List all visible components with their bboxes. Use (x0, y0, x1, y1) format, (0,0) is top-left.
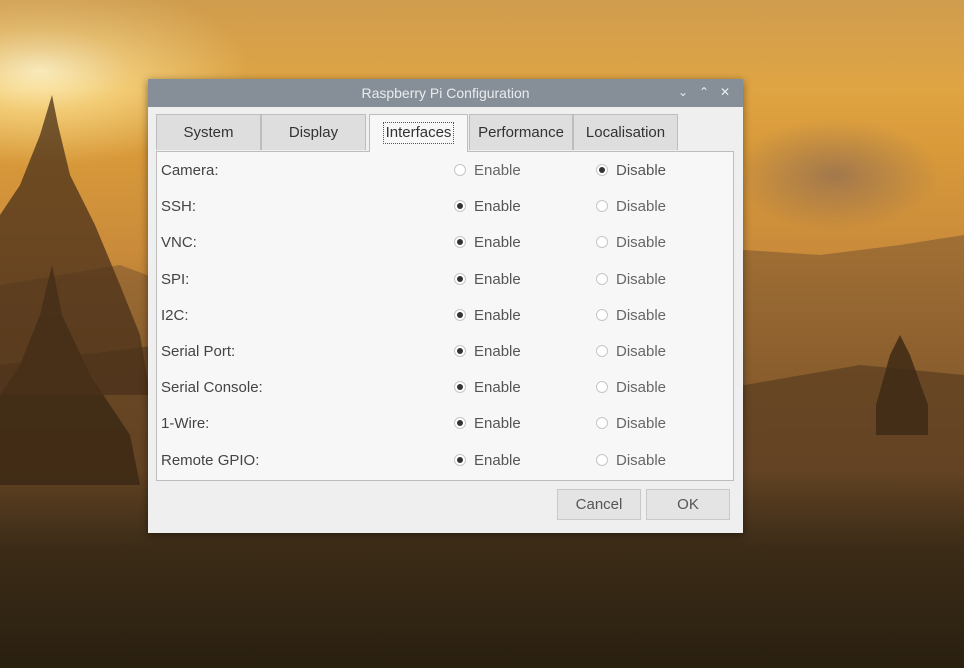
ok-button[interactable]: OK (646, 489, 730, 520)
radio-unselected-icon[interactable] (596, 200, 608, 212)
minimize-icon[interactable]: ⌄ (675, 84, 691, 100)
radio-unselected-icon[interactable] (596, 309, 608, 321)
enable-label: Enable (474, 379, 521, 396)
enable-label: Enable (474, 343, 521, 360)
sky-clouds (0, 0, 964, 90)
tab-localisation[interactable]: Localisation (573, 114, 678, 150)
configuration-dialog: Raspberry Pi Configuration ⌄ ⌃ ✕ System … (148, 79, 743, 533)
disable-label: Disable (616, 307, 667, 324)
interface-row: I2C: Enable Disable (157, 298, 733, 334)
interface-label: I2C: (161, 307, 189, 324)
interface-label: SPI: (161, 271, 190, 288)
enable-label: Enable (474, 198, 521, 215)
tab-label: Performance (478, 124, 564, 141)
radio-selected-icon[interactable] (596, 164, 608, 176)
enable-label: Enable (474, 234, 521, 251)
interface-row: Serial Port: Enable Disable (157, 334, 733, 370)
interface-row: Serial Console: Enable Disable (157, 370, 733, 406)
enable-label: Enable (474, 452, 521, 469)
enable-label: Enable (474, 162, 521, 179)
radio-selected-icon[interactable] (454, 236, 466, 248)
window-title: Raspberry Pi Configuration (361, 85, 530, 101)
maximize-icon[interactable]: ⌃ (696, 84, 712, 100)
enable-label: Enable (474, 271, 521, 288)
close-icon[interactable]: ✕ (717, 84, 733, 100)
tab-performance[interactable]: Performance (469, 114, 573, 150)
disable-label: Disable (616, 379, 667, 396)
interface-row: 1-Wire: Enable Disable (157, 406, 733, 442)
interface-row: Camera: Enable Disable (157, 153, 733, 189)
disable-label: Disable (616, 271, 667, 288)
interface-row: Remote GPIO: Enable Disable (157, 443, 733, 479)
disable-label: Disable (616, 415, 667, 432)
pagoda-silhouette (0, 95, 150, 395)
tab-label: System (183, 124, 234, 141)
interface-row: SPI: Enable Disable (157, 262, 733, 298)
interface-label: SSH: (161, 198, 197, 215)
radio-unselected-icon[interactable] (596, 345, 608, 357)
interface-label: Remote GPIO: (161, 452, 260, 469)
radio-selected-icon[interactable] (454, 417, 466, 429)
interface-label: VNC: (161, 234, 197, 251)
tab-label: Localisation (585, 124, 666, 141)
interface-row: VNC: Enable Disable (157, 225, 733, 261)
interface-label: 1-Wire: (161, 415, 210, 432)
disable-label: Disable (616, 452, 667, 469)
tab-display[interactable]: Display (261, 114, 366, 150)
radio-selected-icon[interactable] (454, 381, 466, 393)
radio-selected-icon[interactable] (454, 454, 466, 466)
title-bar[interactable]: Raspberry Pi Configuration ⌄ ⌃ ✕ (148, 79, 743, 107)
tab-interfaces[interactable]: Interfaces (369, 114, 468, 152)
radio-selected-icon[interactable] (454, 200, 466, 212)
interfaces-panel: Camera: Enable Disable SSH: Enable Disable VNC… (156, 151, 734, 481)
radio-unselected-icon[interactable] (596, 417, 608, 429)
radio-unselected-icon[interactable] (596, 273, 608, 285)
disable-label: Disable (616, 234, 667, 251)
radio-unselected-icon[interactable] (454, 164, 466, 176)
disable-label: Disable (616, 162, 667, 179)
radio-unselected-icon[interactable] (596, 381, 608, 393)
interface-label: Camera: (161, 162, 219, 179)
interface-row: SSH: Enable Disable (157, 189, 733, 225)
radio-selected-icon[interactable] (454, 273, 466, 285)
tab-label: Interfaces (382, 122, 455, 144)
tab-label: Display (288, 124, 339, 141)
cancel-button[interactable]: Cancel (557, 489, 641, 520)
disable-label: Disable (616, 343, 667, 360)
radio-selected-icon[interactable] (454, 309, 466, 321)
interface-label: Serial Port: (161, 343, 236, 360)
tab-system[interactable]: System (156, 114, 261, 150)
enable-label: Enable (474, 307, 521, 324)
interface-label: Serial Console: (161, 379, 263, 396)
disable-label: Disable (616, 198, 667, 215)
enable-label: Enable (474, 415, 521, 432)
radio-unselected-icon[interactable] (596, 454, 608, 466)
radio-unselected-icon[interactable] (596, 236, 608, 248)
radio-selected-icon[interactable] (454, 345, 466, 357)
